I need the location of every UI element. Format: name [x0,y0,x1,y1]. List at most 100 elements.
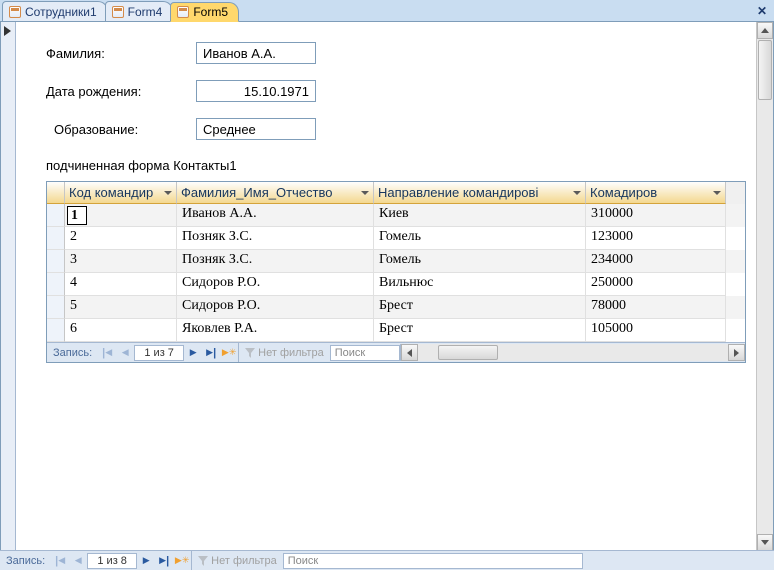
table-row[interactable]: 5Сидоров Р.О.Брест78000 [47,296,745,319]
cell-destination[interactable]: Гомель [374,250,586,273]
cell-amount[interactable]: 250000 [586,273,726,296]
record-position[interactable]: 1 из 8 [87,553,137,569]
nav-first-button[interactable]: |◀ [51,552,69,570]
row-selector[interactable] [47,250,65,273]
scroll-left-button[interactable] [401,344,418,361]
cell-code[interactable]: 2 [65,227,177,250]
scroll-right-button[interactable] [728,344,745,361]
search-input[interactable]: Поиск [330,345,400,361]
tab-label: Form5 [193,5,228,19]
horizontal-scrollbar[interactable] [400,344,745,361]
cell-fio[interactable]: Иванов А.А. [177,204,374,227]
funnel-icon [245,348,255,358]
row-selector[interactable] [47,273,65,296]
vertical-scrollbar[interactable] [756,22,773,551]
form-icon [112,6,124,18]
nav-new-button[interactable]: ▶✳ [173,552,191,570]
column-header-amount[interactable]: Комадиров [586,182,726,204]
nav-next-button[interactable]: ▶ [137,552,155,570]
tab-form4[interactable]: Form4 [105,1,174,21]
main-record-navigator: Запись: |◀ ◀ 1 из 8 ▶ ▶| ▶✳ Нет фильтра … [0,550,774,570]
cell-amount[interactable]: 234000 [586,250,726,273]
table-row[interactable]: 2Позняк З.С.Гомель123000 [47,227,745,250]
nav-first-button[interactable]: |◀ [98,344,116,362]
chevron-left-icon [407,349,412,357]
nav-next-button[interactable]: ▶ [184,344,202,362]
chevron-up-icon [761,28,769,33]
nav-prev-button[interactable]: ◀ [116,344,134,362]
scroll-thumb[interactable] [438,345,498,360]
dropdown-icon [164,191,172,195]
chevron-down-icon [761,540,769,545]
cell-destination[interactable]: Гомель [374,227,586,250]
funnel-icon [198,556,208,566]
table-row[interactable]: 3Позняк З.С.Гомель234000 [47,250,745,273]
scroll-down-button[interactable] [757,534,773,551]
tab-form5[interactable]: Form5 [170,2,239,22]
nav-last-button[interactable]: ▶| [155,552,173,570]
record-label: Запись: [0,555,51,567]
tab-strip: Сотрудники1 Form4 Form5 ✕ [0,0,774,22]
cell-fio[interactable]: Сидоров Р.О. [177,273,374,296]
column-header-fio[interactable]: Фамилия_Имя_Отчество [177,182,374,204]
birthdate-input[interactable]: 15.10.1971 [196,80,316,102]
column-header-code[interactable]: Код командир [65,182,177,204]
cell-fio[interactable]: Яковлев Р.А. [177,319,374,342]
subform-contacts: Код командир Фамилия_Имя_Отчество Направ… [46,181,746,363]
record-position[interactable]: 1 из 7 [134,345,184,361]
row-selector[interactable] [47,227,65,250]
cell-amount[interactable]: 310000 [586,204,726,227]
tab-employees1[interactable]: Сотрудники1 [2,1,108,21]
row-selector[interactable] [47,296,65,319]
row-selector[interactable] [47,204,65,227]
filter-status[interactable]: Нет фильтра [191,551,283,570]
grid-body: 1 Иванов А.А.Киев3100002Позняк З.С.Гомел… [47,204,745,342]
cell-amount[interactable]: 105000 [586,319,726,342]
scroll-thumb[interactable] [758,40,772,100]
current-record-marker-icon [4,26,11,36]
dropdown-icon [361,191,369,195]
field-birthdate: Дата рождения: 15.10.1971 [46,80,753,102]
education-input[interactable]: Среднее [196,118,316,140]
cell-amount[interactable]: 123000 [586,227,726,250]
row-selector[interactable] [47,319,65,342]
lastname-input[interactable]: Иванов А.А. [196,42,316,64]
form-area: Фамилия: Иванов А.А. Дата рождения: 15.1… [0,22,774,552]
dropdown-icon [573,191,581,195]
select-all-cell[interactable] [47,182,65,204]
tab-label: Сотрудники1 [25,5,97,19]
cell-fio[interactable]: Позняк З.С. [177,227,374,250]
column-header-destination[interactable]: Направление командирові [374,182,586,204]
cell-fio[interactable]: Позняк З.С. [177,250,374,273]
cell-code[interactable]: 4 [65,273,177,296]
cell-code[interactable]: 3 [65,250,177,273]
subform-caption: подчиненная форма Контакты1 [46,158,753,173]
cell-destination[interactable]: Брест [374,319,586,342]
field-education: Образование: Среднее [46,118,753,140]
cell-amount[interactable]: 78000 [586,296,726,319]
table-row[interactable]: Иванов А.А.Киев310000 [47,204,745,227]
active-cell[interactable]: 1 [67,206,87,225]
form-content: Фамилия: Иванов А.А. Дата рождения: 15.1… [16,22,773,551]
table-row[interactable]: 6Яковлев Р.А.Брест105000 [47,319,745,342]
cell-fio[interactable]: Сидоров Р.О. [177,296,374,319]
cell-destination[interactable]: Вильнюс [374,273,586,296]
cell-destination[interactable]: Брест [374,296,586,319]
close-tab-button[interactable]: ✕ [754,3,770,19]
field-lastname: Фамилия: Иванов А.А. [46,42,753,64]
nav-last-button[interactable]: ▶| [202,344,220,362]
scroll-up-button[interactable] [757,22,773,39]
subform-record-navigator: Запись: |◀ ◀ 1 из 7 ▶ ▶| ▶✳ Нет фильтра … [47,342,745,362]
nav-prev-button[interactable]: ◀ [69,552,87,570]
search-input[interactable]: Поиск [283,553,583,569]
table-row[interactable]: 4Сидоров Р.О.Вильнюс250000 [47,273,745,296]
cell-code[interactable]: 5 [65,296,177,319]
cell-code[interactable]: 6 [65,319,177,342]
nav-new-button[interactable]: ▶✳ [220,344,238,362]
record-selector-bar[interactable] [1,22,16,551]
birthdate-label: Дата рождения: [46,84,196,99]
dropdown-icon [713,191,721,195]
cell-destination[interactable]: Киев [374,204,586,227]
form-icon [9,6,21,18]
filter-status[interactable]: Нет фильтра [238,343,330,362]
